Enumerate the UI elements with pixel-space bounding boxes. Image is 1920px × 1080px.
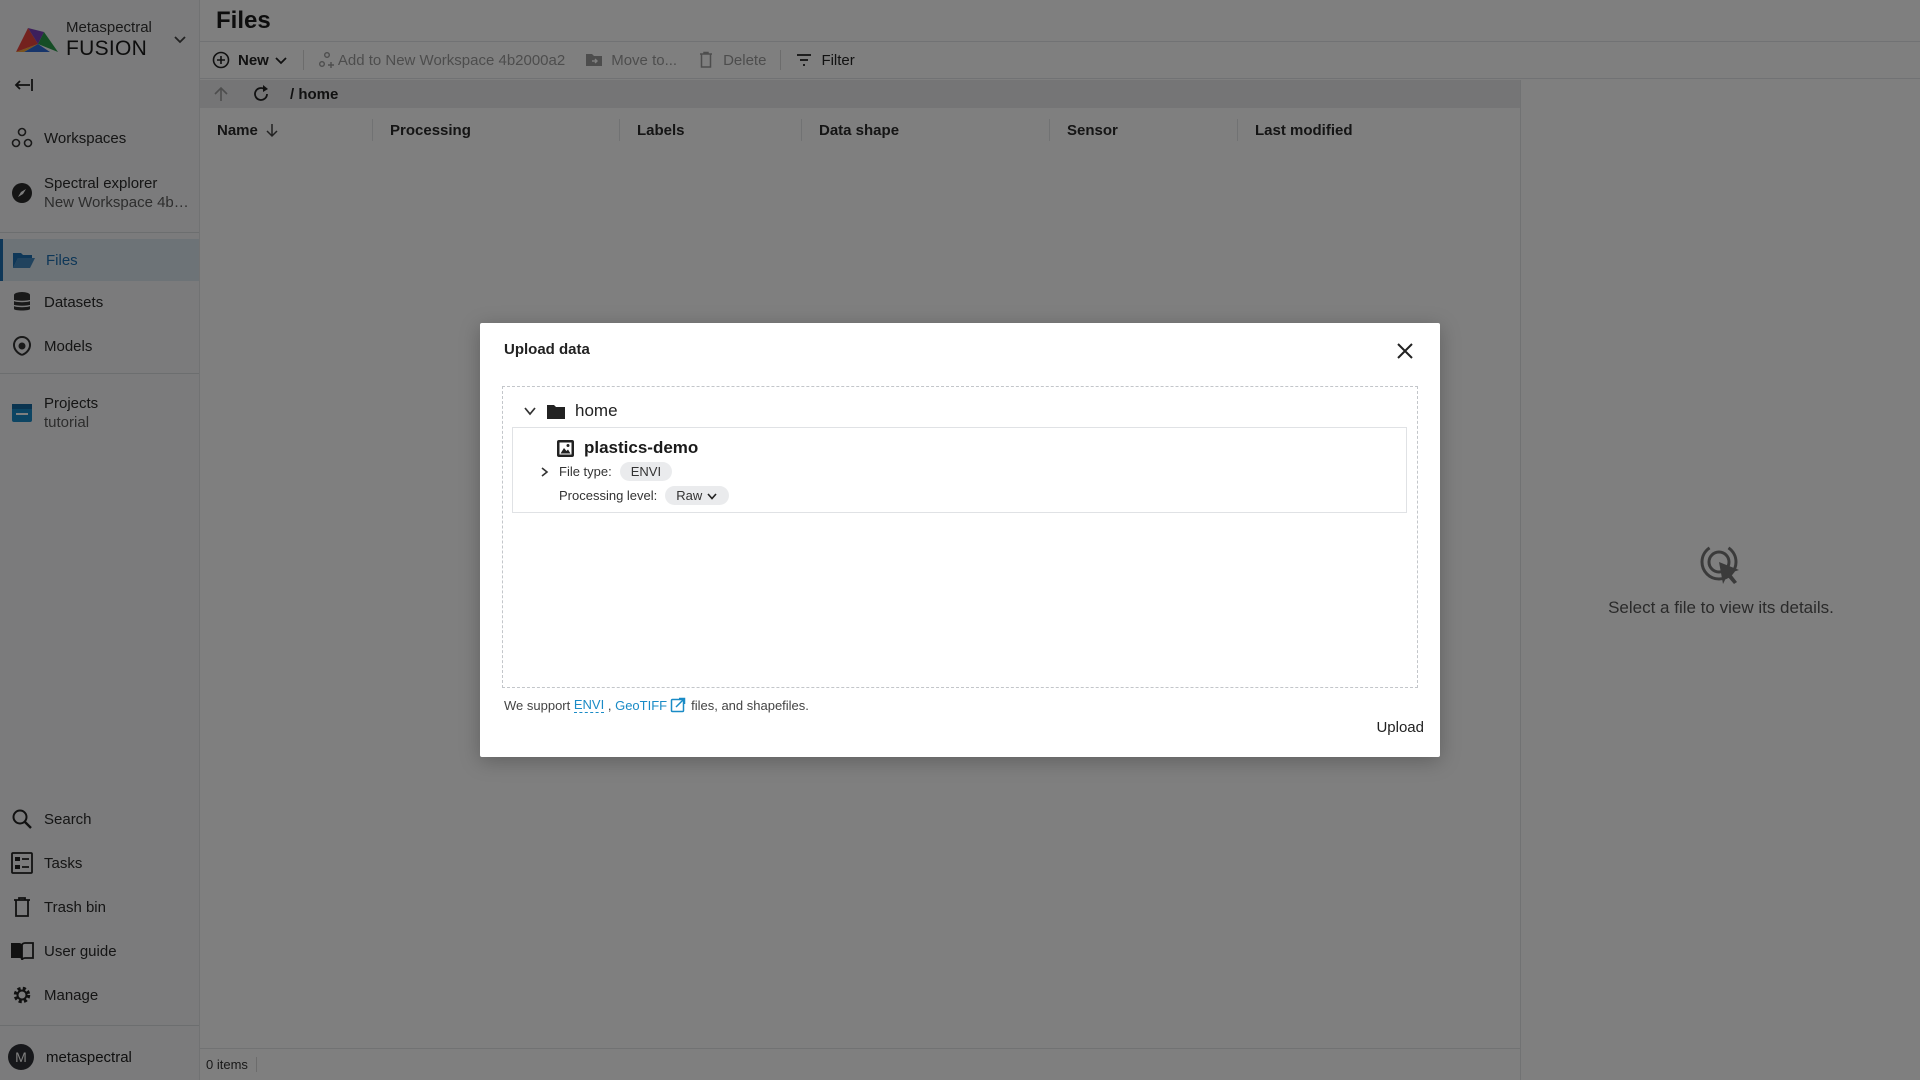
chevron-right-icon[interactable] [537, 465, 551, 479]
close-icon [1397, 343, 1413, 359]
support-prefix: We support [504, 697, 571, 713]
dialog-title: Upload data [504, 341, 590, 358]
file-item: plastics-demo File type: ENVI Processing… [512, 427, 1407, 513]
processing-level-label: Processing level: [559, 488, 658, 503]
chevron-down-icon [706, 490, 718, 502]
processing-level-select[interactable]: Raw [665, 486, 730, 505]
external-link-icon [670, 697, 686, 713]
file-type-chip: ENVI [619, 462, 673, 481]
upload-data-dialog: Upload data home plastics-demo File type… [480, 323, 1440, 757]
file-name: plastics-demo [584, 438, 699, 457]
chevron-down-icon[interactable] [521, 402, 539, 420]
processing-level-value: Raw [676, 488, 703, 503]
file-type-label: File type: [559, 464, 612, 479]
close-button[interactable] [1394, 340, 1416, 362]
upload-button[interactable]: Upload [1376, 719, 1424, 736]
processing-level-row: Processing level: Raw [537, 486, 730, 505]
supported-formats-note: We support ENVI , GeoTIFF files, and sha… [504, 697, 809, 713]
support-suffix: files, and shapefiles. [691, 697, 809, 713]
geotiff-link[interactable]: GeoTIFF [615, 698, 667, 713]
folder-icon [547, 404, 565, 419]
folder-name: home [575, 401, 618, 420]
support-comma: , [607, 697, 612, 713]
image-file-icon [557, 439, 574, 457]
file-type-row: File type: ENVI [537, 462, 673, 481]
envi-link[interactable]: ENVI [573, 697, 605, 713]
file-name-row: plastics-demo [557, 438, 698, 458]
folder-tree-item[interactable]: home [521, 401, 618, 421]
upload-drop-zone[interactable]: home plastics-demo File type: ENVI Proce… [502, 386, 1418, 688]
